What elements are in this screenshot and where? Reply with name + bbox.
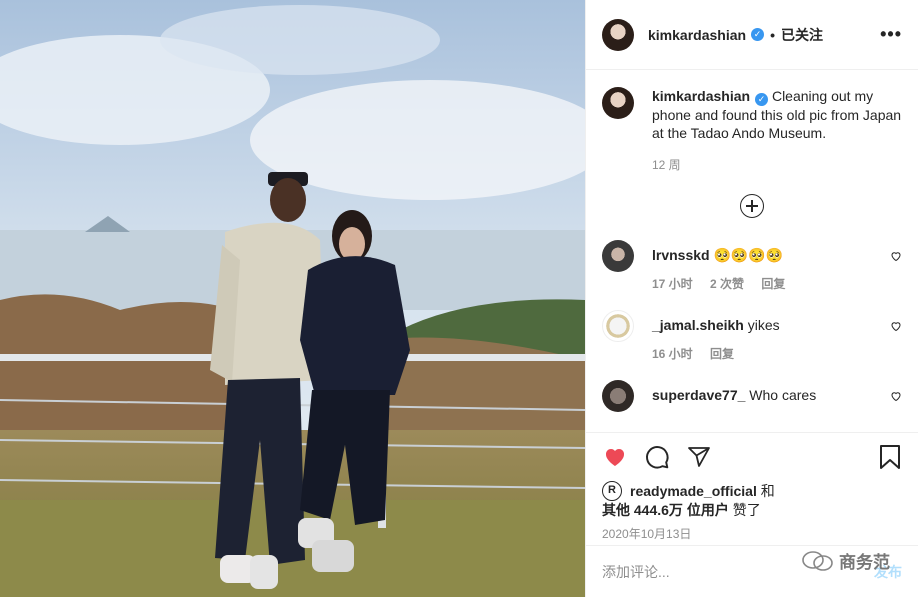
comment-item: superdave77_ Who cares bbox=[602, 380, 902, 412]
verified-badge-icon: ✓ bbox=[755, 93, 769, 106]
author-username[interactable]: kimkardashian bbox=[648, 27, 746, 43]
comment-likes[interactable]: 2 次赞 bbox=[710, 277, 744, 291]
likes-liked: 赞了 bbox=[732, 502, 761, 518]
header-separator: • bbox=[770, 26, 775, 43]
comment-like-icon[interactable] bbox=[890, 320, 902, 332]
comment-username[interactable]: lrvnsskd bbox=[652, 247, 710, 263]
caption-avatar[interactable] bbox=[602, 87, 634, 119]
liker-username[interactable]: readymade_official bbox=[630, 483, 757, 499]
verified-badge-icon: ✓ bbox=[751, 28, 765, 41]
author-avatar[interactable] bbox=[602, 18, 634, 51]
comment-item: _jamal.sheikh yikes 16 小时 回复 bbox=[602, 310, 902, 362]
caption-body: kimkardashian ✓ Cleaning out my phone and… bbox=[652, 87, 902, 174]
watermark-text: 商务范 bbox=[839, 553, 890, 572]
comment-username[interactable]: superdave77_ bbox=[652, 387, 745, 403]
comment-username[interactable]: _jamal.sheikh bbox=[652, 317, 744, 333]
reply-button[interactable]: 回复 bbox=[710, 347, 734, 361]
comment-like-icon[interactable] bbox=[890, 390, 902, 402]
liker-avatar[interactable]: R bbox=[602, 481, 622, 501]
comment-item: lrvnsskd 🥺🥺🥺🥺 17 小时 2 次赞 回复 bbox=[602, 240, 902, 292]
plus-circle-icon[interactable] bbox=[740, 194, 764, 218]
post-photo[interactable] bbox=[0, 0, 585, 597]
load-more-comments[interactable] bbox=[602, 194, 902, 218]
post-actions: R readymade_official 和 其他 444.6万 位用户 赞了 … bbox=[586, 432, 918, 542]
post-dialog: kimkardashian ✓ • 已关注 ••• kimkardashian ✓… bbox=[0, 0, 918, 597]
comment-input[interactable] bbox=[602, 563, 822, 580]
wechat-icon bbox=[802, 550, 833, 571]
comment-text: Who cares bbox=[749, 387, 817, 403]
share-icon[interactable] bbox=[686, 445, 712, 469]
comment-icon[interactable] bbox=[644, 444, 670, 470]
post-header: kimkardashian ✓ • 已关注 ••• bbox=[586, 0, 918, 70]
commenter-avatar[interactable] bbox=[602, 240, 634, 272]
comment-text: 🥺🥺🥺🥺 bbox=[713, 247, 784, 263]
caption-username[interactable]: kimkardashian bbox=[652, 88, 750, 104]
likes-count-line: 其他 444.6万 位用户 赞了 bbox=[602, 501, 902, 519]
comment-age[interactable]: 17 小时 bbox=[652, 277, 693, 291]
like-heart-icon[interactable] bbox=[602, 445, 628, 469]
commenter-avatar[interactable] bbox=[602, 310, 634, 342]
watermark: 商务范 bbox=[801, 548, 890, 573]
comments-list[interactable]: kimkardashian ✓ Cleaning out my phone and… bbox=[586, 71, 918, 431]
comment-like-icon[interactable] bbox=[890, 250, 902, 262]
commenter-avatar[interactable] bbox=[602, 380, 634, 412]
reply-button[interactable]: 回复 bbox=[761, 277, 785, 291]
post-caption: kimkardashian ✓ Cleaning out my phone and… bbox=[602, 87, 902, 174]
likes-and: 和 bbox=[760, 483, 775, 499]
caption-age[interactable]: 12 周 bbox=[652, 156, 902, 174]
post-date[interactable]: 2020年10月13日 bbox=[602, 525, 902, 542]
photo-illustration bbox=[0, 0, 585, 597]
comment-text: yikes bbox=[747, 317, 780, 333]
bookmark-icon[interactable] bbox=[878, 444, 902, 470]
following-button[interactable]: 已关注 bbox=[781, 25, 823, 45]
post-sidebar: kimkardashian ✓ • 已关注 ••• kimkardashian ✓… bbox=[585, 0, 918, 597]
likes-summary: R readymade_official 和 bbox=[602, 481, 902, 501]
likes-count[interactable]: 其他 444.6万 位用户 bbox=[602, 502, 729, 518]
comment-age[interactable]: 16 小时 bbox=[652, 347, 693, 361]
action-bar bbox=[602, 443, 902, 471]
more-options-icon[interactable]: ••• bbox=[880, 24, 902, 45]
